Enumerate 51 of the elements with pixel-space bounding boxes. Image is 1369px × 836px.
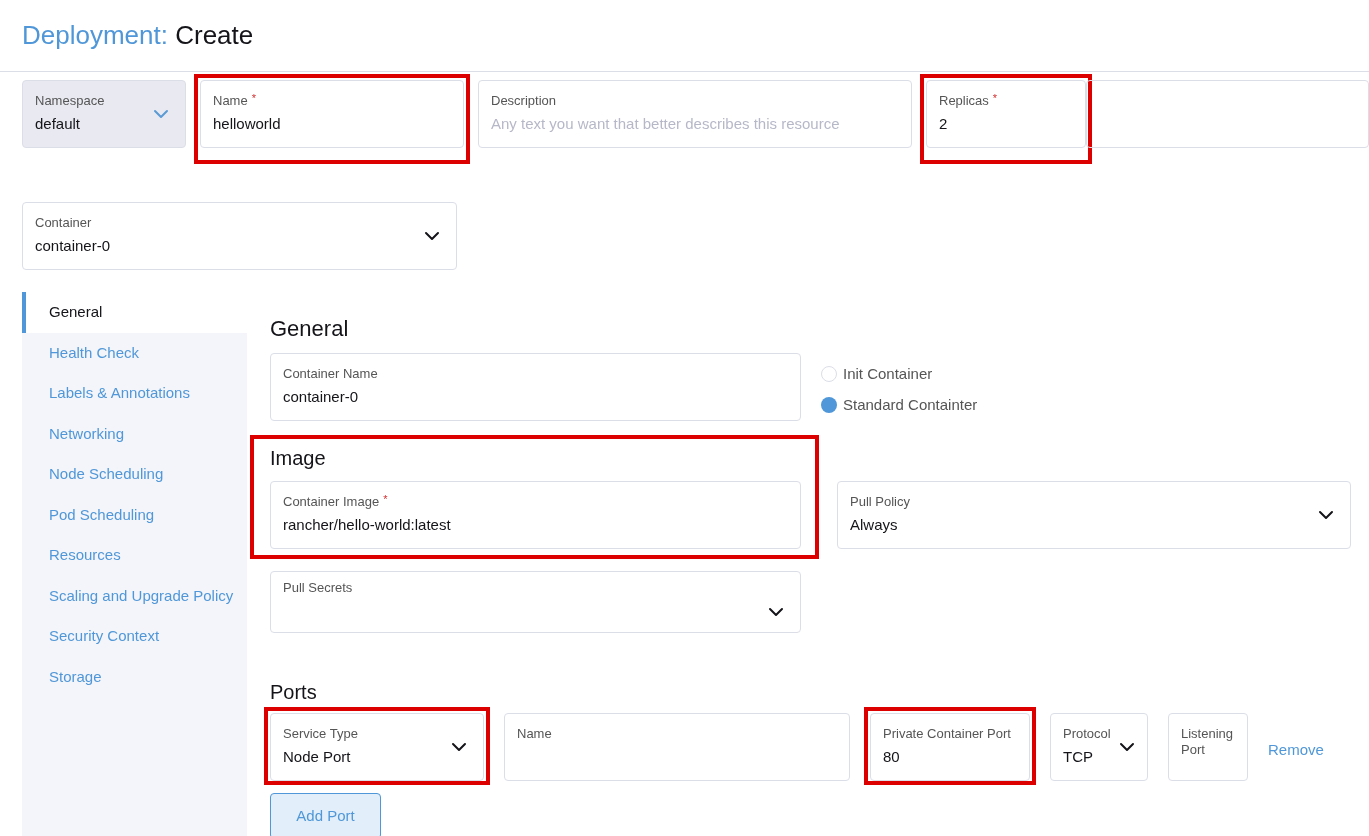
radio-label: Init Container (843, 364, 933, 384)
field-value: 2 (939, 113, 949, 134)
field-value: Node Port (283, 747, 352, 768)
section-title: Ports (270, 680, 318, 705)
field-label: Service Type (283, 726, 358, 743)
select-field[interactable]: Pull Secrets (270, 571, 801, 633)
field-placeholder: Any text you want that better describes this resource (491, 113, 840, 134)
field-label: Private Container Port (883, 726, 1011, 743)
select-field[interactable]: Service Type Node Port (270, 713, 484, 781)
required-mark: * (251, 92, 256, 104)
field-value: 80 (883, 747, 901, 768)
field-value: TCP (1063, 747, 1094, 768)
input-field[interactable]: Container Name container-0 (270, 353, 801, 421)
section-title: General (270, 315, 350, 343)
field-value: container-0 (283, 386, 360, 407)
radio-button[interactable] (821, 396, 837, 413)
radio-label: Standard Containter (843, 394, 978, 415)
input-field[interactable]: Replicas * 2 (926, 80, 1086, 148)
input-field[interactable]: Name (504, 713, 850, 781)
required-mark: * (992, 92, 998, 104)
field-label: Pull Policy (850, 493, 910, 510)
field-label: Protocol (1063, 726, 1111, 743)
page-title: Deployment: Create (22, 19, 255, 52)
input-field[interactable]: Container Image * rancher/hello-world:latest (270, 481, 801, 549)
select-field[interactable]: Container container-0 (22, 202, 457, 270)
input-field[interactable]: Listening Port (1168, 713, 1248, 781)
field-label: Name (517, 726, 552, 743)
field-label: Description (491, 92, 557, 109)
field-label: Namespace (35, 92, 105, 109)
section-title: Image (270, 446, 327, 471)
field-label: Container Image (283, 493, 380, 510)
field-value: container-0 (35, 235, 111, 256)
field-value: rancher/hello-world:latest (283, 514, 451, 535)
field-label: Listening Port (1181, 726, 1235, 759)
field-value: Always (850, 514, 899, 535)
input-field[interactable]: Name * helloworld (200, 80, 464, 148)
required-mark: * (383, 493, 388, 505)
field-value: helloworld (213, 113, 281, 134)
input-field[interactable]: Description Any text you want that better describes this resource (478, 80, 912, 148)
field-value: default (35, 113, 82, 134)
field-label: Name (213, 92, 248, 109)
input-field[interactable]: Private Container Port 80 (870, 713, 1030, 781)
field-label: Container Name (283, 365, 378, 382)
field-label: Pull Secrets (283, 580, 353, 597)
select-field[interactable]: Pull Policy Always (837, 481, 1351, 549)
input-field[interactable] (1086, 80, 1369, 148)
field-label: Replicas (939, 92, 989, 109)
field-label: Container (35, 214, 92, 231)
sidebar-item[interactable]: General (22, 292, 247, 333)
radio-button[interactable] (821, 366, 837, 383)
select-field[interactable]: Protocol TCP (1050, 713, 1148, 781)
